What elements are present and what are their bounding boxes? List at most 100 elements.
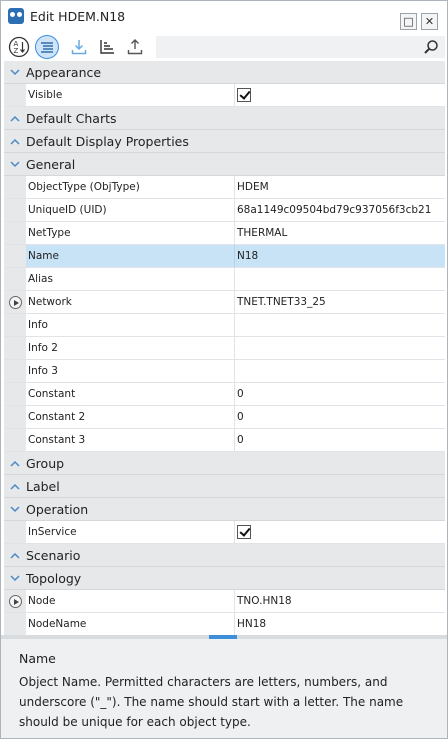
category-topology[interactable]: Topology (4, 567, 445, 590)
property-row-uniqueid[interactable]: UniqueID (UID) 68a1149c09504bd79c937056f… (4, 199, 445, 222)
property-value[interactable] (235, 268, 445, 290)
export-button[interactable] (123, 35, 147, 59)
property-name: Node (26, 590, 235, 612)
property-value[interactable]: 0 (235, 406, 445, 428)
property-row-inservice[interactable]: InService (4, 521, 445, 544)
tree-sort-icon (100, 40, 114, 54)
property-value (235, 521, 445, 543)
property-value[interactable]: 68a1149c09504bd79c937056f3cb21 (235, 199, 445, 221)
chevron-up-icon (4, 115, 26, 122)
export-icon (127, 39, 143, 55)
chevron-up-icon (4, 483, 26, 490)
property-row-info-3[interactable]: Info 3 (4, 360, 445, 383)
categorized-button[interactable] (35, 35, 59, 59)
title-bar: Edit HDEM.N18 □ ✕ (1, 1, 447, 31)
property-name: Constant 2 (26, 406, 235, 428)
property-value (235, 84, 445, 106)
property-name: InService (26, 521, 235, 543)
property-name: Info 3 (26, 360, 235, 382)
property-name: Info (26, 314, 235, 336)
category-default-display-properties[interactable]: Default Display Properties (4, 130, 445, 153)
property-row-constant-3[interactable]: Constant 3 0 (4, 429, 445, 452)
property-name: Info 2 (26, 337, 235, 359)
property-value[interactable] (235, 337, 445, 359)
property-row-info[interactable]: Info (4, 314, 445, 337)
property-name: Constant 3 (26, 429, 235, 451)
category-operation[interactable]: Operation (4, 498, 445, 521)
window-title: Edit HDEM.N18 (30, 8, 126, 24)
category-label: Scenario (26, 547, 81, 563)
sort-alphabetical-button[interactable]: A Z (7, 35, 31, 59)
property-row-name[interactable]: Name N18 (4, 245, 445, 268)
property-row-info-2[interactable]: Info 2 (4, 337, 445, 360)
search-input[interactable] (156, 36, 445, 58)
category-label: Default Charts (26, 110, 117, 126)
property-name: Constant (26, 383, 235, 405)
close-button[interactable]: ✕ (421, 13, 438, 30)
chevron-down-icon (4, 160, 26, 168)
category-group[interactable]: Group (4, 452, 445, 475)
category-label: Group (26, 455, 65, 471)
category-label: Label (26, 478, 60, 494)
property-name: ObjectType (ObjType) (26, 176, 235, 198)
property-grid: Appearance Visible Default Charts Defaul… (4, 61, 445, 636)
app-icon (8, 8, 24, 24)
category-label: General (26, 156, 76, 172)
property-value[interactable] (235, 314, 445, 336)
property-row-constant-2[interactable]: Constant 2 0 (4, 406, 445, 429)
visible-checkbox[interactable] (237, 88, 251, 102)
chevron-down-icon (4, 68, 26, 76)
property-value[interactable]: HDEM (235, 176, 445, 198)
property-name: Alias (26, 268, 235, 290)
category-scenario[interactable]: Scenario (4, 544, 445, 567)
property-name: NetType (26, 222, 235, 244)
property-value[interactable]: 0 (235, 429, 445, 451)
property-row-nodename[interactable]: NodeName HN18 (4, 613, 445, 636)
property-name: NodeName (26, 613, 235, 635)
chevron-down-icon (4, 574, 26, 582)
property-row-constant[interactable]: Constant 0 (4, 383, 445, 406)
property-row-visible[interactable]: Visible (4, 84, 445, 107)
description-panel: Name Object Name. Permitted characters a… (1, 639, 447, 738)
category-label: Topology (26, 570, 82, 586)
navigate-arrow-icon[interactable] (9, 296, 22, 309)
property-row-alias[interactable]: Alias (4, 268, 445, 291)
description-text: Object Name. Permitted characters are le… (19, 675, 404, 729)
chevron-up-icon (4, 552, 26, 559)
navigate-arrow-icon[interactable] (9, 595, 22, 608)
property-name: Visible (26, 84, 235, 106)
property-value[interactable]: N18 (235, 245, 445, 267)
import-button[interactable] (67, 35, 91, 59)
chevron-down-icon (4, 505, 26, 513)
category-label-section[interactable]: Label (4, 475, 445, 498)
property-row-nettype[interactable]: NetType THERMAL (4, 222, 445, 245)
chevron-up-icon (4, 460, 26, 467)
sort-alphabetical-icon: A Z (8, 36, 30, 58)
category-general[interactable]: General (4, 153, 445, 176)
property-row-objecttype[interactable]: ObjectType (ObjType) HDEM (4, 176, 445, 199)
tree-sort-button[interactable] (95, 35, 119, 59)
category-label: Appearance (26, 64, 102, 80)
property-value[interactable]: HN18 (235, 613, 445, 635)
property-value[interactable]: TNET.TNET33_25 (235, 291, 445, 313)
import-icon (71, 40, 87, 55)
property-value[interactable]: 0 (235, 383, 445, 405)
category-default-charts[interactable]: Default Charts (4, 107, 445, 130)
chevron-up-icon (4, 138, 26, 145)
maximize-button[interactable]: □ (400, 13, 417, 30)
category-label: Operation (26, 501, 89, 517)
category-label: Default Display Properties (26, 133, 189, 149)
property-name: Network (26, 291, 235, 313)
property-row-node[interactable]: Node TNO.HN18 (4, 590, 445, 613)
property-value[interactable]: THERMAL (235, 222, 445, 244)
search-icon (424, 40, 438, 54)
category-appearance[interactable]: Appearance (4, 61, 445, 84)
svg-text:Z: Z (14, 47, 19, 55)
property-name: UniqueID (UID) (26, 199, 235, 221)
property-value[interactable]: TNO.HN18 (235, 590, 445, 612)
toolbar: A Z (3, 33, 447, 61)
property-row-network[interactable]: Network TNET.TNET33_25 (4, 291, 445, 314)
categorized-icon (41, 42, 53, 53)
inservice-checkbox[interactable] (237, 525, 251, 539)
property-value[interactable] (235, 360, 445, 382)
